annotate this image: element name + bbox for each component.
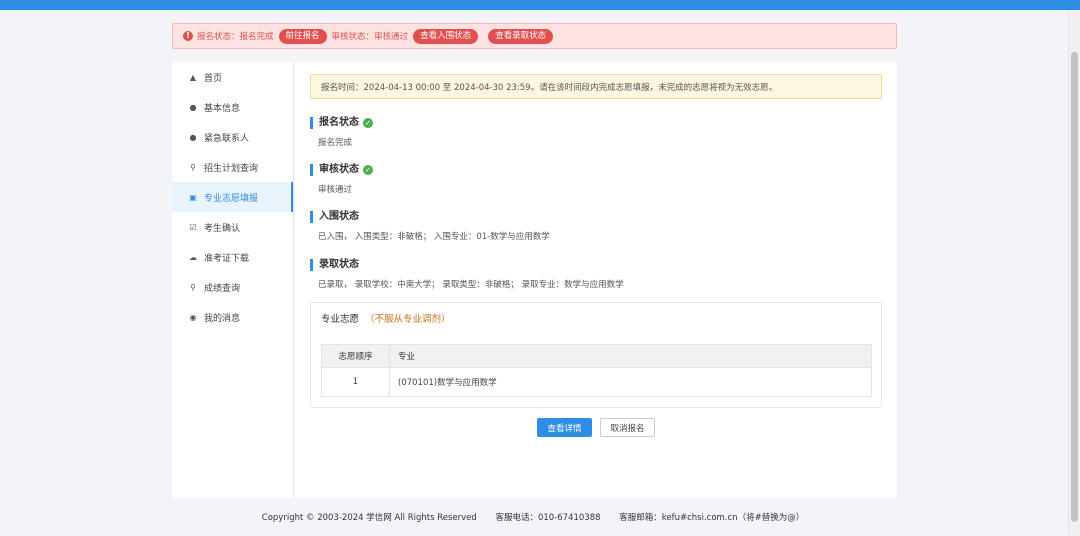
check-circle-icon: ✓ — [363, 118, 373, 128]
footer: Copyright © 2003-2024 学信网 All Rights Res… — [0, 511, 1066, 523]
registration-time-notice: 报名时间：2024-04-13 00:00 至 2024-04-30 23:59… — [310, 74, 882, 99]
section-title: 报名状态 — [319, 117, 359, 128]
preference-order: 1 — [321, 367, 390, 397]
top-bar — [0, 0, 1080, 10]
checkbox-icon: ☑ — [189, 222, 197, 232]
section-value: 报名完成 — [318, 138, 353, 148]
table-row: 1 (070101)数学与应用数学 — [321, 367, 872, 397]
status-alert: ! 报名状态： 报名完成 前往报名 审核状态： 审核通过 查看入围状态 查看录取… — [172, 23, 897, 49]
bell-icon: ◉ — [189, 312, 197, 322]
registration-status-section: 报名状态 ✓ 报名完成 — [310, 117, 373, 148]
view-details-button[interactable]: 查看详情 — [537, 418, 592, 437]
column-header: 专业 — [389, 344, 872, 368]
scrollbar-thumb[interactable] — [1071, 52, 1078, 522]
view-shortlist-button[interactable]: 查看入围状态 — [413, 28, 479, 44]
section-title: 审核状态 — [319, 164, 359, 175]
preferences-note: （不服从专业调剂） — [365, 314, 451, 325]
review-status-value: 审核通过 — [374, 32, 409, 42]
user-icon: ● — [189, 102, 197, 112]
preference-major: (070101)数学与应用数学 — [389, 367, 872, 397]
check-circle-icon: ✓ — [363, 165, 373, 175]
user-icon: ● — [189, 132, 197, 142]
sidebar-item-candidate-confirm[interactable]: ☑ 考生确认 — [172, 212, 293, 242]
sidebar-item-admission-ticket[interactable]: ☁ 准考证下载 — [172, 242, 293, 272]
go-register-button[interactable]: 前往报名 — [278, 28, 327, 44]
cloud-download-icon: ☁ — [189, 252, 197, 262]
sidebar-item-label: 我的消息 — [204, 313, 241, 324]
section-value: 已入围， 入围类型：非破格； 入围专业：01-数学与应用数学 — [318, 232, 550, 242]
search-icon: ⚲ — [190, 282, 196, 292]
view-admission-button[interactable]: 查看录取状态 — [488, 28, 554, 44]
preferences-table: 志愿顺序 专业 1 (070101)数学与应用数学 — [321, 344, 872, 397]
alert-icon: ! — [183, 31, 193, 41]
section-value: 审核通过 — [318, 185, 353, 195]
column-header: 志愿顺序 — [321, 344, 390, 368]
sidebar-item-label: 基本信息 — [204, 103, 241, 114]
admission-status-section: 录取状态 已录取， 录取学校：中南大学； 录取类型：非破格； 录取专业：数学与应… — [310, 259, 624, 290]
form-icon: ▣ — [189, 192, 197, 202]
review-status-section: 审核状态 ✓ 审核通过 — [310, 164, 373, 195]
reg-status-value: 报名完成 — [239, 32, 274, 42]
reg-status-label: 报名状态： — [197, 32, 240, 42]
sidebar-item-preference-fill[interactable]: ▣ 专业志愿填报 — [172, 182, 293, 212]
sidebar-item-emergency-contact[interactable]: ● 紧急联系人 — [172, 122, 293, 152]
footer-email: 客服邮箱：kefu#chsi.com.cn（将#替换为@） — [619, 513, 805, 523]
review-status-label: 审核状态： — [331, 32, 375, 42]
sidebar-item-label: 准考证下载 — [204, 253, 250, 264]
main-panel: 报名时间：2024-04-13 00:00 至 2024-04-30 23:59… — [295, 62, 897, 498]
sidebar-item-label: 成绩查询 — [204, 283, 241, 294]
sidebar-item-messages[interactable]: ◉ 我的消息 — [172, 302, 293, 332]
cancel-registration-button[interactable]: 取消报名 — [600, 418, 655, 437]
sidebar: ▲ 首页 ● 基本信息 ● 紧急联系人 ⚲ 招生计划查询 ▣ 专业志愿填报 ☑ … — [172, 62, 294, 498]
sidebar-item-label: 考生确认 — [204, 223, 241, 234]
shortlist-status-section: 入围状态 已入围， 入围类型：非破格； 入围专业：01-数学与应用数学 — [310, 211, 550, 242]
search-icon: ⚲ — [190, 162, 196, 172]
sidebar-item-label: 招生计划查询 — [204, 163, 259, 174]
sidebar-item-basic-info[interactable]: ● 基本信息 — [172, 92, 293, 122]
home-icon: ▲ — [189, 72, 197, 82]
sidebar-item-score-query[interactable]: ⚲ 成绩查询 — [172, 272, 293, 302]
section-title: 录取状态 — [319, 259, 359, 270]
sidebar-item-label: 专业志愿填报 — [204, 193, 259, 204]
section-value: 已录取， 录取学校：中南大学； 录取类型：非破格； 录取专业：数学与应用数学 — [318, 280, 624, 290]
sidebar-item-home[interactable]: ▲ 首页 — [172, 62, 293, 92]
preferences-title: 专业志愿 — [321, 314, 360, 325]
footer-phone: 客服电话：010-67410388 — [495, 513, 601, 523]
sidebar-item-label: 首页 — [204, 73, 223, 84]
sidebar-item-label: 紧急联系人 — [204, 133, 250, 144]
sidebar-item-plan-query[interactable]: ⚲ 招生计划查询 — [172, 152, 293, 182]
footer-copyright: Copyright © 2003-2024 学信网 All Rights Res… — [261, 513, 477, 523]
preferences-panel: 专业志愿 （不服从专业调剂） 志愿顺序 专业 1 (070101)数学与应用数学 — [310, 302, 882, 408]
section-title: 入围状态 — [319, 211, 359, 222]
